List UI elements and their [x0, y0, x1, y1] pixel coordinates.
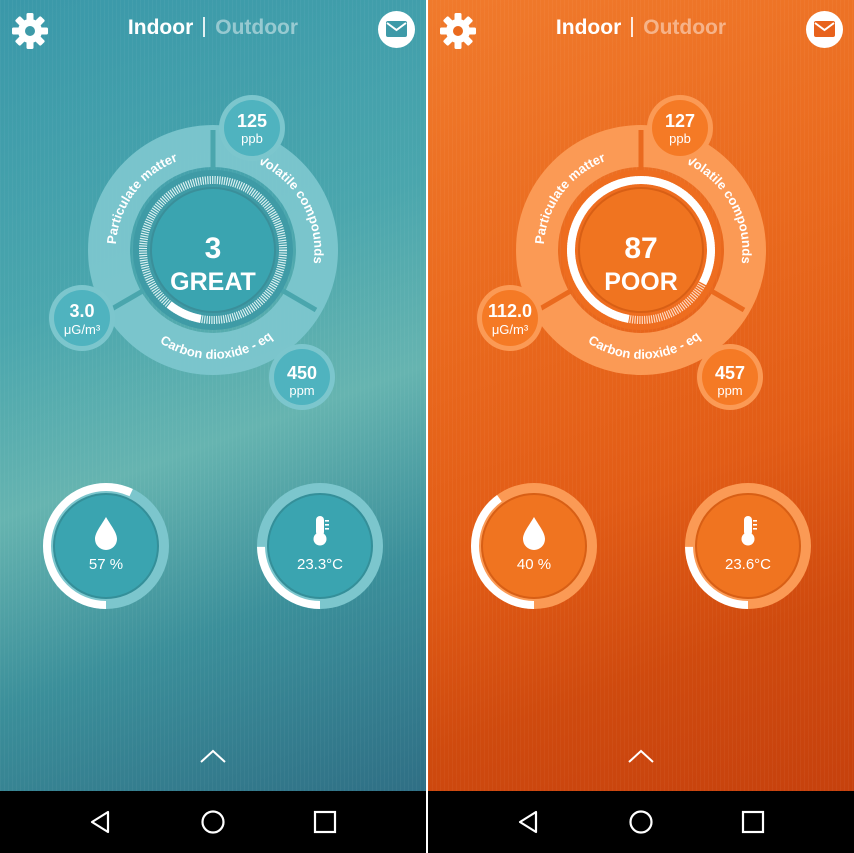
- back-icon[interactable]: [514, 807, 544, 837]
- chevron-up-icon[interactable]: [627, 748, 655, 764]
- temperature-gauge[interactable]: [0, 0, 426, 791]
- home-icon[interactable]: [198, 807, 228, 837]
- home-icon[interactable]: [626, 807, 656, 837]
- temperature-value: 23.3°C: [296, 556, 344, 573]
- app-background: Indoor Outdoor Particulate matter Volatil: [428, 0, 854, 791]
- temperature-center: [695, 493, 801, 599]
- back-icon[interactable]: [86, 807, 116, 837]
- indoor-screen-poor: Indoor Outdoor Particulate matter Volatil: [428, 0, 854, 853]
- temperature-center: [267, 493, 373, 599]
- android-nav-bar: [428, 791, 854, 853]
- app-background: Indoor Outdoor Particulate matter Volati…: [0, 0, 426, 791]
- indoor-screen-great: Indoor Outdoor Particulate matter Volati…: [0, 0, 426, 853]
- chevron-up-icon[interactable]: [199, 748, 227, 764]
- recents-icon[interactable]: [738, 807, 768, 837]
- temperature-gauge[interactable]: [428, 0, 854, 791]
- recents-icon[interactable]: [310, 807, 340, 837]
- temperature-value: 23.6°C: [724, 556, 772, 573]
- android-nav-bar: [0, 791, 426, 853]
